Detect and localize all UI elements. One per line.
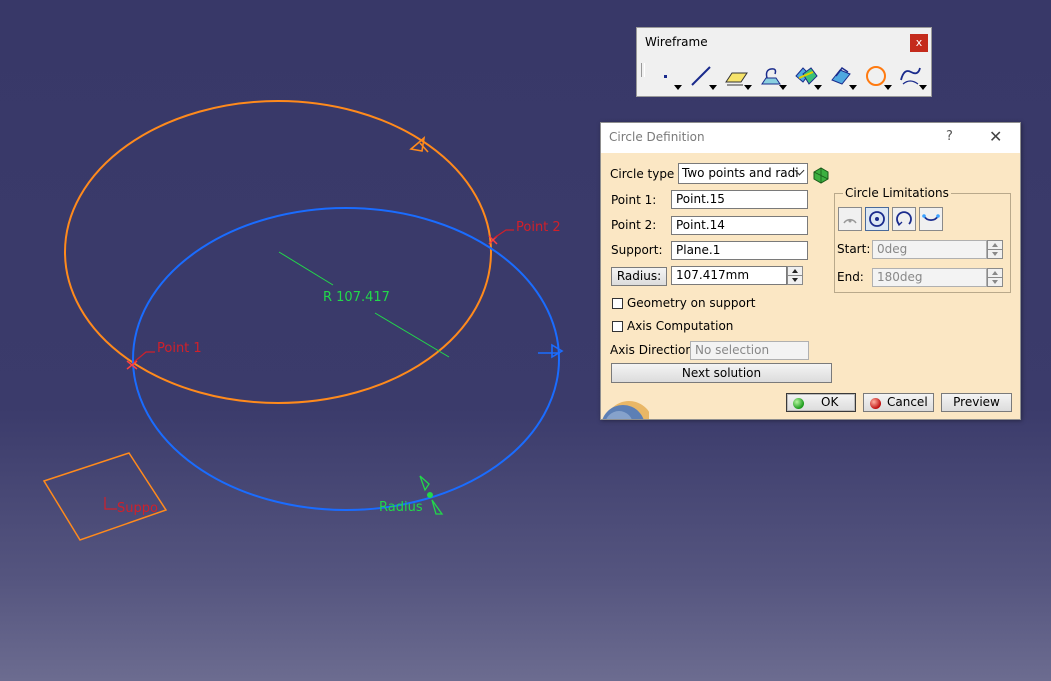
start-label: Start: bbox=[837, 242, 871, 256]
support-plane[interactable] bbox=[42, 452, 168, 541]
circle-type-select[interactable]: Two points and radi bbox=[678, 163, 808, 184]
start-field[interactable]: 0deg bbox=[872, 240, 987, 259]
point2-field[interactable]: Point.14 bbox=[671, 216, 808, 235]
point-2-label[interactable]: Point 2 bbox=[516, 220, 561, 235]
axis-computation-checkbox[interactable] bbox=[612, 321, 623, 332]
start-spinner[interactable] bbox=[987, 240, 1003, 259]
help-button[interactable]: ? bbox=[946, 129, 953, 144]
cancel-button[interactable]: Cancel bbox=[863, 393, 934, 412]
offset-icon[interactable] bbox=[824, 62, 859, 92]
support-label: Support: bbox=[611, 243, 663, 257]
orange-circle[interactable] bbox=[64, 100, 492, 404]
axis-direction-label: Axis Direction: bbox=[610, 343, 697, 357]
point-2-marker[interactable] bbox=[488, 229, 514, 245]
toolbar-grip[interactable] bbox=[641, 63, 645, 77]
preview-button[interactable]: Preview bbox=[941, 393, 1012, 412]
complementary-circle-button[interactable] bbox=[919, 207, 943, 231]
trimmed-circle-button[interactable] bbox=[892, 207, 916, 231]
radius-spinner[interactable] bbox=[787, 266, 803, 285]
circle-icon[interactable] bbox=[859, 62, 894, 92]
wireframe-toolbar[interactable]: Wireframe x bbox=[636, 27, 932, 97]
start-down-arrow[interactable] bbox=[988, 250, 1002, 259]
end-spinner[interactable] bbox=[987, 268, 1003, 287]
radius-handle-label[interactable]: Radius bbox=[379, 500, 423, 515]
support-plane-axes bbox=[104, 497, 117, 510]
end-down-arrow[interactable] bbox=[988, 278, 1002, 287]
axis-direction-field[interactable]: No selection bbox=[690, 341, 809, 360]
line-icon[interactable] bbox=[684, 62, 719, 92]
point2-label: Point 2: bbox=[611, 218, 657, 232]
radius-dimension-label[interactable]: R 107.417 bbox=[323, 290, 390, 305]
ok-green-icon bbox=[793, 398, 804, 409]
ok-button[interactable]: OK bbox=[786, 393, 856, 412]
part-circle-button[interactable] bbox=[838, 207, 862, 231]
toolbar-close-button[interactable]: x bbox=[910, 34, 928, 52]
dialog-titlebar[interactable]: Circle Definition ? ✕ bbox=[601, 123, 1020, 153]
support-plane-label[interactable]: Suppo bbox=[117, 501, 158, 516]
spline-icon[interactable] bbox=[894, 62, 929, 92]
close-button[interactable]: ✕ bbox=[989, 127, 1002, 146]
start-up-arrow[interactable] bbox=[988, 241, 1002, 250]
ok-label: OK bbox=[821, 395, 839, 409]
circle-type-options-icon[interactable] bbox=[811, 164, 831, 184]
support-field[interactable]: Plane.1 bbox=[671, 241, 808, 260]
radius-up-arrow[interactable] bbox=[788, 267, 802, 276]
radius-button[interactable]: Radius: bbox=[611, 267, 667, 286]
circle-limitations-legend: Circle Limitations bbox=[843, 186, 951, 200]
axis-computation-label[interactable]: Axis Computation bbox=[627, 319, 733, 333]
point-icon[interactable] bbox=[649, 62, 684, 92]
radius-down-arrow[interactable] bbox=[788, 276, 802, 285]
cancel-label: Cancel bbox=[887, 395, 928, 409]
blue-circle[interactable] bbox=[132, 207, 560, 511]
globe-logo bbox=[601, 385, 649, 419]
projection-icon[interactable] bbox=[754, 62, 789, 92]
next-solution-button[interactable]: Next solution bbox=[611, 363, 832, 383]
toolbar-icons bbox=[649, 62, 929, 92]
end-up-arrow[interactable] bbox=[988, 269, 1002, 278]
circle-type-label: Circle type : bbox=[610, 167, 683, 181]
circle-limitations-group: Circle Limitations Start: 0deg End: 180d… bbox=[834, 186, 1011, 293]
circle-definition-dialog[interactable]: Circle Definition ? ✕ Circle type : Two … bbox=[600, 122, 1021, 420]
end-field[interactable]: 180deg bbox=[872, 268, 987, 287]
point1-label: Point 1: bbox=[611, 193, 657, 207]
point1-field[interactable]: Point.15 bbox=[671, 190, 808, 209]
end-label: End: bbox=[837, 270, 864, 284]
geometry-on-support-label[interactable]: Geometry on support bbox=[627, 296, 755, 310]
cancel-red-icon bbox=[870, 398, 881, 409]
intersection-icon[interactable] bbox=[789, 62, 824, 92]
dialog-title: Circle Definition bbox=[609, 130, 705, 144]
plane-icon[interactable] bbox=[719, 62, 754, 92]
circle-type-value: Two points and radi bbox=[682, 166, 799, 180]
point-1-label[interactable]: Point 1 bbox=[157, 341, 202, 356]
whole-circle-button[interactable] bbox=[865, 207, 889, 231]
geometry-on-support-checkbox[interactable] bbox=[612, 298, 623, 309]
radius-field[interactable]: 107.417mm bbox=[671, 266, 787, 285]
toolbar-title: Wireframe bbox=[645, 35, 708, 49]
